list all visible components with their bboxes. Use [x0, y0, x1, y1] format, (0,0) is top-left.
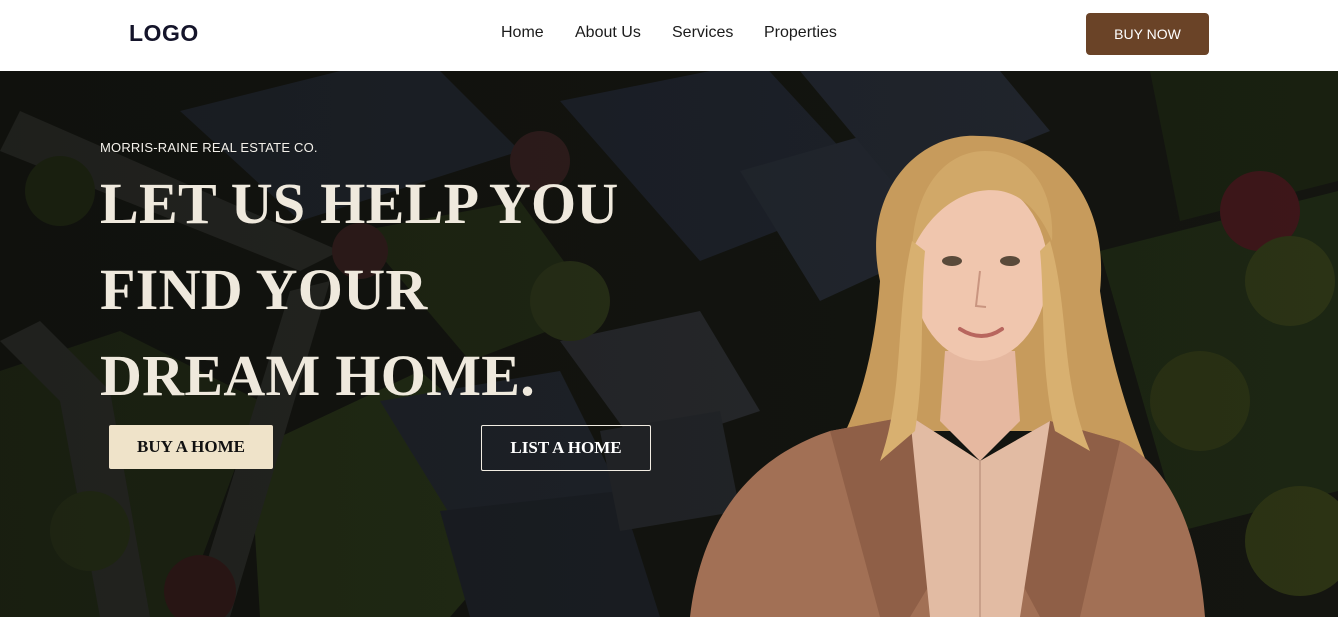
nav-link-services[interactable]: Services	[672, 24, 733, 42]
company-name: MORRIS-RAINE REAL ESTATE CO.	[100, 140, 318, 155]
headline-line-2: FIND YOUR	[100, 257, 428, 322]
real-estate-agent-photo	[690, 135, 1205, 617]
buy-now-button[interactable]: BUY NOW	[1086, 13, 1209, 55]
hero-section: MORRIS-RAINE REAL ESTATE CO. LET US HELP…	[0, 71, 1338, 617]
nav-link-home[interactable]: Home	[501, 24, 544, 42]
buy-a-home-button[interactable]: BUY A HOME	[109, 425, 273, 469]
hero-headline: LET US HELP YOU FIND YOUR DREAM HOME.	[100, 161, 720, 419]
headline-line-1: LET US HELP YOU	[100, 171, 619, 236]
nav-link-properties[interactable]: Properties	[764, 24, 837, 42]
logo[interactable]: LOGO	[129, 20, 199, 47]
list-a-home-button[interactable]: LIST A HOME	[481, 425, 651, 471]
nav-link-about-us[interactable]: About Us	[575, 24, 641, 42]
headline-line-3: DREAM HOME.	[100, 343, 536, 408]
site-header: LOGO Home About Us Services Properties B…	[0, 0, 1338, 71]
